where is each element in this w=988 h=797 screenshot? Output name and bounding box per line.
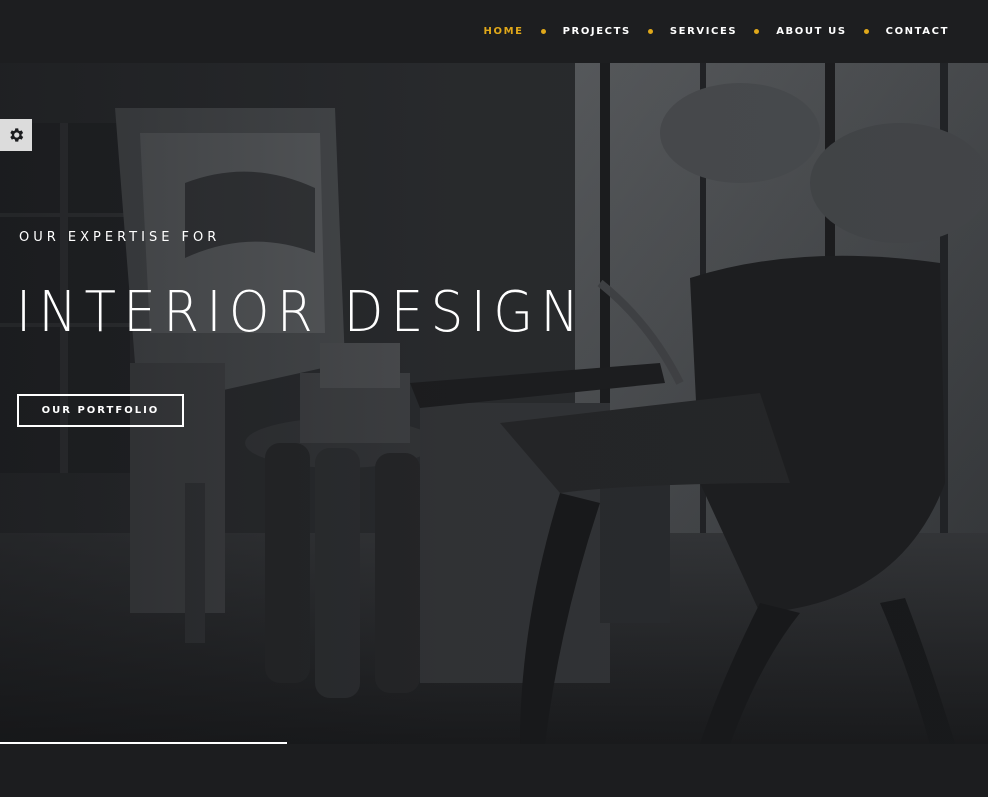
hero-slider: OUR EXPERTISE FOR INTERIOR DESIGN OUR PO… bbox=[0, 63, 988, 744]
nav-item-contact[interactable]: CONTACT bbox=[886, 26, 949, 37]
settings-toggle[interactable] bbox=[0, 119, 32, 151]
nav-item-about-us[interactable]: ABOUT US bbox=[776, 26, 846, 37]
our-portfolio-button[interactable]: OUR PORTFOLIO bbox=[17, 394, 184, 427]
nav-item-projects[interactable]: PROJECTS bbox=[563, 26, 631, 37]
nav-separator-dot bbox=[540, 29, 546, 34]
hero-kicker: OUR EXPERTISE FOR bbox=[19, 230, 221, 245]
nav-item-services[interactable]: SERVICES bbox=[670, 26, 737, 37]
nav-separator-dot bbox=[754, 29, 760, 34]
nav-separator-dot bbox=[647, 29, 653, 34]
nav-item-home[interactable]: HOME bbox=[484, 26, 524, 37]
main-nav: HOME PROJECTS SERVICES ABOUT US CONTACT bbox=[484, 0, 949, 63]
gear-icon bbox=[10, 128, 24, 142]
hero-title: INTERIOR DESIGN bbox=[16, 280, 587, 345]
nav-separator-dot bbox=[863, 29, 869, 34]
page-bottom-band bbox=[0, 744, 988, 797]
site-header: HOME PROJECTS SERVICES ABOUT US CONTACT bbox=[0, 0, 988, 63]
